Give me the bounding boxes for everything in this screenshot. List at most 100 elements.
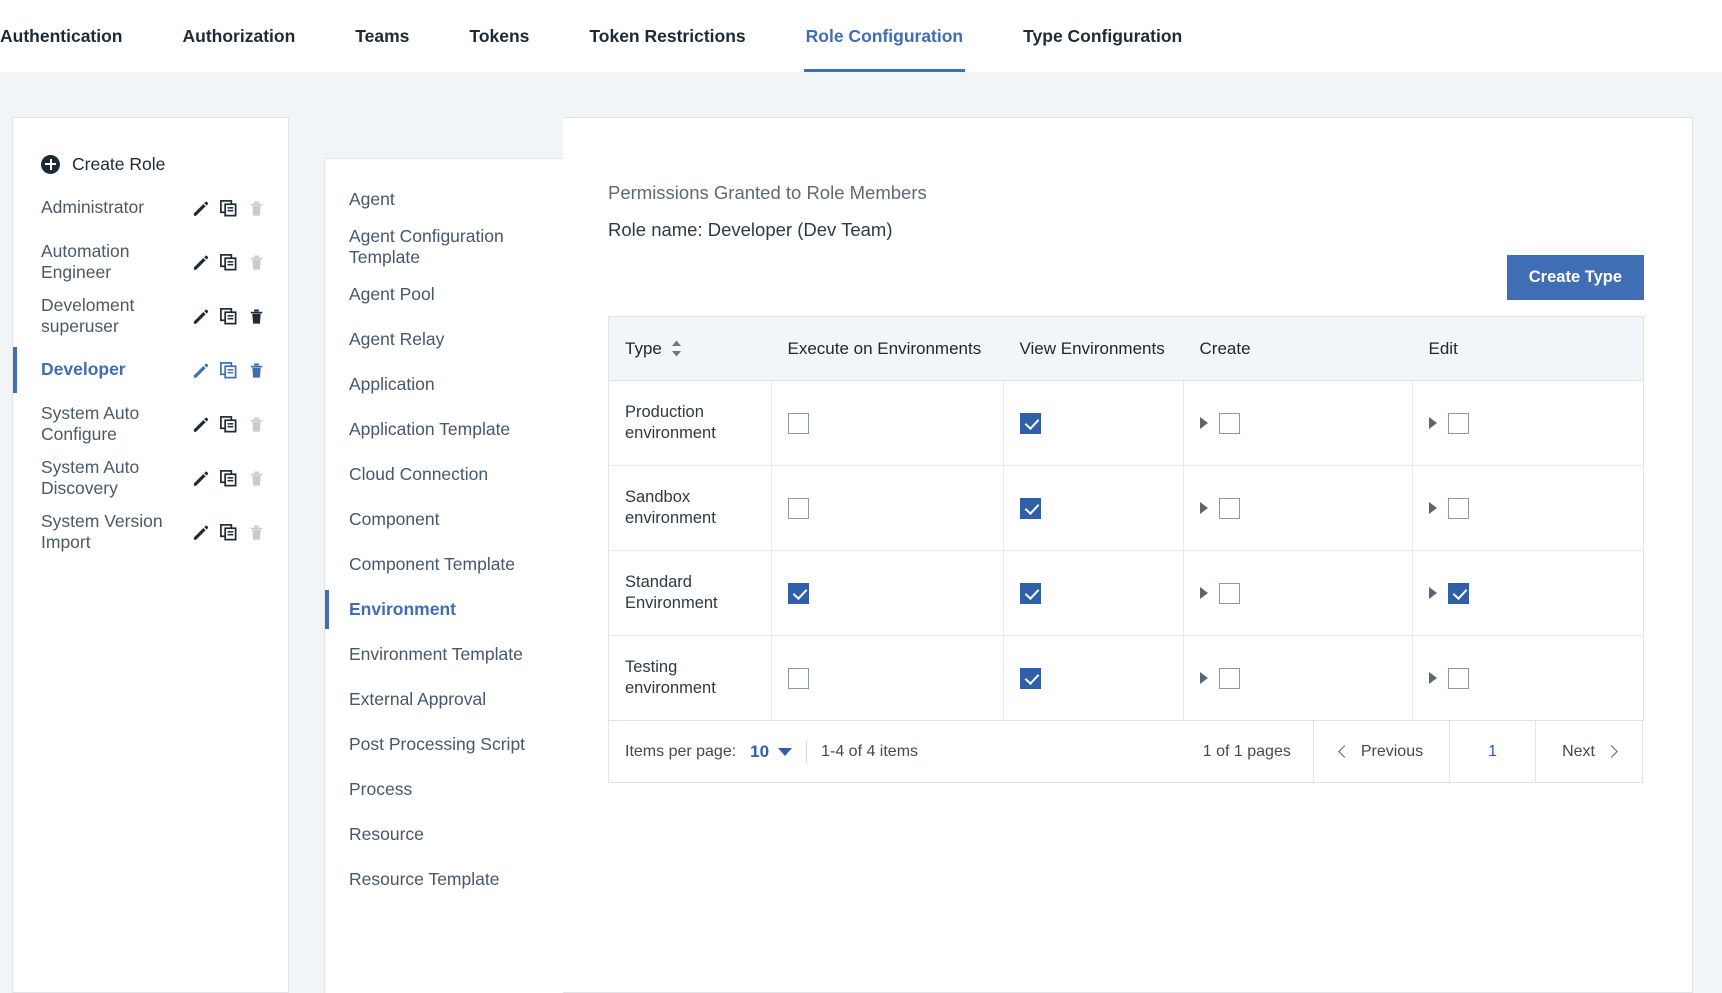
delete-icon	[250, 416, 263, 432]
create-checkbox[interactable]	[1219, 412, 1240, 434]
tab-token-restrictions[interactable]: Token Restrictions	[559, 0, 775, 72]
type-list-item-cloud-connection[interactable]: Cloud Connection	[325, 452, 563, 497]
type-label: Environment	[349, 599, 456, 619]
tab-type-configuration[interactable]: Type Configuration	[993, 0, 1212, 72]
type-list-item-process[interactable]: Process	[325, 767, 563, 812]
pagination-right: 1 of 1 pages Previous 1 Next	[1181, 721, 1642, 782]
duplicate-icon[interactable]	[219, 415, 238, 434]
cell-create	[1183, 380, 1413, 466]
page-number-1[interactable]: 1	[1449, 721, 1535, 782]
type-label: Agent Pool	[349, 284, 435, 304]
type-list-item-application[interactable]: Application	[325, 362, 563, 407]
expand-create-icon[interactable]	[1200, 672, 1208, 684]
role-actions	[191, 199, 266, 218]
edit-icon[interactable]	[191, 361, 210, 380]
type-list-item-component[interactable]: Component	[325, 497, 563, 542]
type-list-item-agent-pool[interactable]: Agent Pool	[325, 272, 563, 317]
role-list-item-administrator[interactable]: Administrator	[13, 181, 288, 235]
execute-on-environments-checkbox[interactable]	[788, 582, 809, 604]
role-name-line: Role name: Developer (Dev Team)	[608, 219, 893, 240]
edit-checkbox[interactable]	[1448, 582, 1469, 604]
create-role-button[interactable]: Create Role	[13, 147, 288, 181]
create-type-button[interactable]: Create Type	[1506, 255, 1644, 300]
duplicate-icon[interactable]	[219, 523, 238, 542]
execute-on-environments-checkbox[interactable]	[788, 667, 809, 689]
type-list-item-resource-template[interactable]: Resource Template	[325, 857, 563, 902]
expand-edit-icon[interactable]	[1429, 672, 1437, 684]
previous-page-button[interactable]: Previous	[1312, 721, 1449, 782]
type-list-item-application-template[interactable]: Application Template	[325, 407, 563, 452]
type-list-item-resource[interactable]: Resource	[325, 812, 563, 857]
toolbar: Create Type	[608, 255, 1644, 300]
chevron-right-icon	[1605, 745, 1618, 758]
role-name: System Auto Configure	[41, 402, 140, 444]
tab-label: Tokens	[469, 25, 530, 46]
items-per-page-select[interactable]: 10	[750, 741, 793, 762]
delete-icon[interactable]	[247, 307, 266, 326]
type-list-item-environment-template[interactable]: Environment Template	[325, 632, 563, 677]
edit-checkbox[interactable]	[1448, 412, 1469, 434]
edit-checkbox[interactable]	[1448, 667, 1469, 689]
execute-on-environments-checkbox[interactable]	[788, 412, 809, 434]
expand-create-icon[interactable]	[1200, 502, 1208, 514]
column-header-type[interactable]: Type	[608, 316, 772, 381]
edit-icon[interactable]	[191, 415, 210, 434]
items-per-page-value: 10	[750, 741, 770, 761]
column-header-label: View Environments	[1019, 338, 1165, 358]
role-list-item-system-auto-configure[interactable]: System Auto Configure	[13, 397, 288, 451]
cell-edit	[1412, 635, 1644, 721]
plus-circle-icon	[41, 154, 60, 174]
role-actions	[191, 523, 266, 542]
expand-edit-icon[interactable]	[1429, 502, 1437, 514]
type-label: Agent Configuration Template	[349, 226, 504, 267]
type-list-item-agent-configuration-template[interactable]: Agent Configuration Template	[325, 222, 563, 272]
chevron-left-icon	[1337, 745, 1351, 758]
tab-authorization[interactable]: Authorization	[153, 0, 326, 72]
type-label: Process	[349, 779, 413, 799]
role-list-item-automation-engineer[interactable]: Automation Engineer	[13, 235, 288, 289]
type-list-item-environment[interactable]: Environment	[325, 587, 563, 632]
delete-icon[interactable]	[247, 361, 266, 380]
duplicate-icon[interactable]	[219, 253, 238, 272]
role-list-item-system-version-import[interactable]: System Version Import	[13, 505, 288, 559]
duplicate-icon[interactable]	[219, 199, 238, 218]
execute-on-environments-checkbox[interactable]	[788, 497, 809, 519]
duplicate-icon[interactable]	[219, 307, 238, 326]
role-list-item-develoment-superuser[interactable]: Develoment superuser	[13, 289, 288, 343]
expand-edit-icon[interactable]	[1429, 417, 1437, 429]
edit-icon[interactable]	[191, 523, 210, 542]
create-checkbox[interactable]	[1219, 667, 1240, 689]
edit-icon[interactable]	[191, 469, 210, 488]
edit-checkbox[interactable]	[1448, 497, 1469, 519]
duplicate-icon[interactable]	[219, 469, 238, 488]
duplicate-icon[interactable]	[219, 361, 238, 380]
type-list-item-component-template[interactable]: Component Template	[325, 542, 563, 587]
type-list-item-external-approval[interactable]: External Approval	[325, 677, 563, 722]
next-page-button[interactable]: Next	[1535, 721, 1642, 782]
create-checkbox[interactable]	[1219, 497, 1240, 519]
expand-edit-icon[interactable]	[1429, 587, 1437, 599]
view-environments-checkbox[interactable]	[1020, 582, 1041, 604]
sort-icon[interactable]	[671, 340, 682, 357]
edit-icon[interactable]	[191, 307, 210, 326]
tab-teams[interactable]: Teams	[325, 0, 439, 72]
delete-icon	[250, 200, 263, 216]
edit-icon[interactable]	[191, 199, 210, 218]
view-environments-checkbox[interactable]	[1020, 412, 1041, 434]
tab-role-configuration[interactable]: Role Configuration	[776, 0, 993, 72]
expand-create-icon[interactable]	[1200, 587, 1208, 599]
type-list-item-agent[interactable]: Agent	[325, 177, 563, 222]
tab-tokens[interactable]: Tokens	[439, 0, 559, 72]
expand-create-icon[interactable]	[1200, 417, 1208, 429]
role-list-item-developer[interactable]: Developer	[13, 343, 288, 397]
role-list-item-system-auto-discovery[interactable]: System Auto Discovery	[13, 451, 288, 505]
type-list-item-agent-relay[interactable]: Agent Relay	[325, 317, 563, 362]
tab-authentication[interactable]: Authentication	[0, 0, 153, 72]
table-body: Production environment Sandbox environme…	[608, 380, 1644, 721]
edit-icon[interactable]	[191, 253, 210, 272]
create-checkbox[interactable]	[1219, 582, 1240, 604]
view-environments-checkbox[interactable]	[1020, 497, 1041, 519]
type-list-item-post-processing-script[interactable]: Post Processing Script	[325, 722, 563, 767]
view-environments-checkbox[interactable]	[1020, 667, 1041, 689]
type-label: Post Processing Script	[349, 734, 526, 754]
